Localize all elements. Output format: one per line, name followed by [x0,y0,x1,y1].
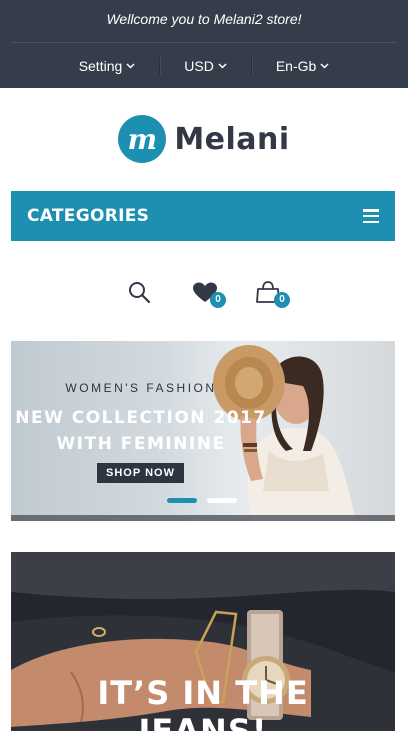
shop-now-button[interactable]: SHOP NOW [97,463,184,483]
hero-slider[interactable]: WOMEN'S FASHION NEW COLLECTION 2017 WITH… [11,341,395,521]
chevron-down-icon [320,62,329,69]
wishlist-button[interactable]: 0 [186,275,226,315]
banner-title: NEW COLLECTION 2017 WITH FEMININE [11,405,271,457]
currency-label: USD [184,57,214,74]
welcome-message: Wellcome you to Melani2 store! [106,11,302,27]
top-menu: Setting USD En-Gb [0,43,408,88]
banner-title-line-1: NEW COLLECTION 2017 [15,408,267,428]
logo-text: Melani [174,121,290,157]
logo-mark-icon: m [118,115,167,163]
categories-label: CATEGORIES [27,206,150,226]
language-label: En-Gb [275,57,317,74]
currency-dropdown[interactable]: USD [160,58,251,74]
store-logo[interactable]: m Melani [0,110,408,168]
promo-banner[interactable]: IT’S IN THE JEANS! [11,552,395,731]
wishlist-count-badge: 0 [210,292,226,308]
cart-button[interactable]: 0 [252,275,292,315]
promo-headline-line-1: IT’S IN THE [97,674,309,712]
slider-pagination [167,498,237,503]
language-dropdown[interactable]: En-Gb [252,58,353,74]
cart-count-badge: 0 [274,292,290,308]
promo-headline: IT’S IN THE JEANS! [11,674,395,731]
chevron-down-icon [126,62,135,69]
banner-title-line-2: WITH FEMININE [56,434,226,454]
top-bar: Wellcome you to Melani2 store! Setting U… [0,0,408,88]
search-button[interactable] [120,275,160,315]
banner-bottom-edge [11,515,395,521]
banner-subtitle: WOMEN'S FASHION [65,381,217,395]
promo-headline-line-2: JEANS! [138,712,268,731]
categories-menu-button[interactable]: CATEGORIES [11,191,395,241]
chevron-down-icon [218,62,227,69]
settings-dropdown[interactable]: Setting [55,58,160,74]
header-icons: 0 0 [0,275,408,315]
settings-label: Setting [78,57,123,74]
slider-dot-1[interactable] [167,498,197,503]
search-icon [129,282,151,304]
slider-dot-2[interactable] [207,498,237,503]
hamburger-menu-icon [363,209,379,223]
